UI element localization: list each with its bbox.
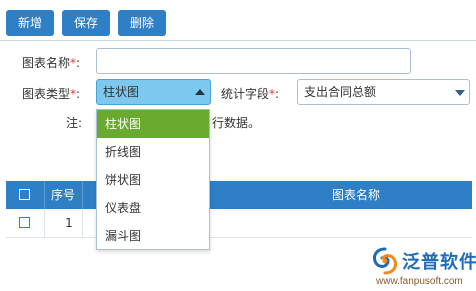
chart-name-input[interactable] [96,48,411,74]
row-divider [82,209,83,237]
add-button[interactable]: 新增 [6,10,54,36]
chart-name-label-text: 图表名称 [22,56,71,70]
brand-logo: 泛普软件 www.fanpusoft.com [366,244,476,290]
chart-type-dropdown-list: 柱状图 折线图 饼状图 仪表盘 漏斗图 [96,109,210,250]
stat-field-select[interactable]: 支出合同总额 [297,79,470,105]
logo-brand-text: 泛普软件 [402,252,476,273]
header-divider [82,181,83,209]
logo-swirl-icon [373,247,397,275]
toolbar: 新增 保存 删除 [0,0,476,41]
row-index: 1 [65,216,73,230]
dropdown-option-pie[interactable]: 饼状图 [97,166,209,194]
table-row[interactable]: 1 [6,209,472,238]
stat-field-label-text: 统计字段 [221,87,270,101]
column-header-name[interactable]: 图表名称 [296,181,416,209]
label-colon: : [76,87,81,101]
dropdown-option-gauge[interactable]: 仪表盘 [97,194,209,222]
dropdown-arrow-down-icon [455,90,465,96]
note-text: 行数据。 [212,116,261,130]
label-colon: : [76,56,81,70]
label-colon: : [275,87,280,101]
select-all-checkbox[interactable] [19,189,30,200]
dropdown-option-funnel[interactable]: 漏斗图 [97,222,209,250]
chart-name-label: 图表名称*: [22,54,80,71]
chart-type-label: 图表类型*: [22,85,80,102]
dropdown-arrow-up-icon [195,89,205,95]
stat-field-label: 统计字段*: [221,85,279,102]
save-button[interactable]: 保存 [62,10,110,36]
note-label: 注: [66,116,83,130]
grid-header: 序号 图表名称 [6,181,472,209]
row-checkbox[interactable] [19,217,30,228]
logo-url-text: www.fanpusoft.com [376,276,463,287]
dropdown-option-line[interactable]: 折线图 [97,138,209,166]
stat-field-selected-value: 支出合同总额 [304,85,377,99]
dropdown-option-bar[interactable]: 柱状图 [97,110,209,138]
chart-type-selected-value: 柱状图 [103,85,140,99]
chart-type-label-text: 图表类型 [22,87,71,101]
chart-type-select[interactable]: 柱状图 [96,79,211,105]
delete-button[interactable]: 删除 [118,10,166,36]
column-header-index[interactable]: 序号 [44,181,82,209]
